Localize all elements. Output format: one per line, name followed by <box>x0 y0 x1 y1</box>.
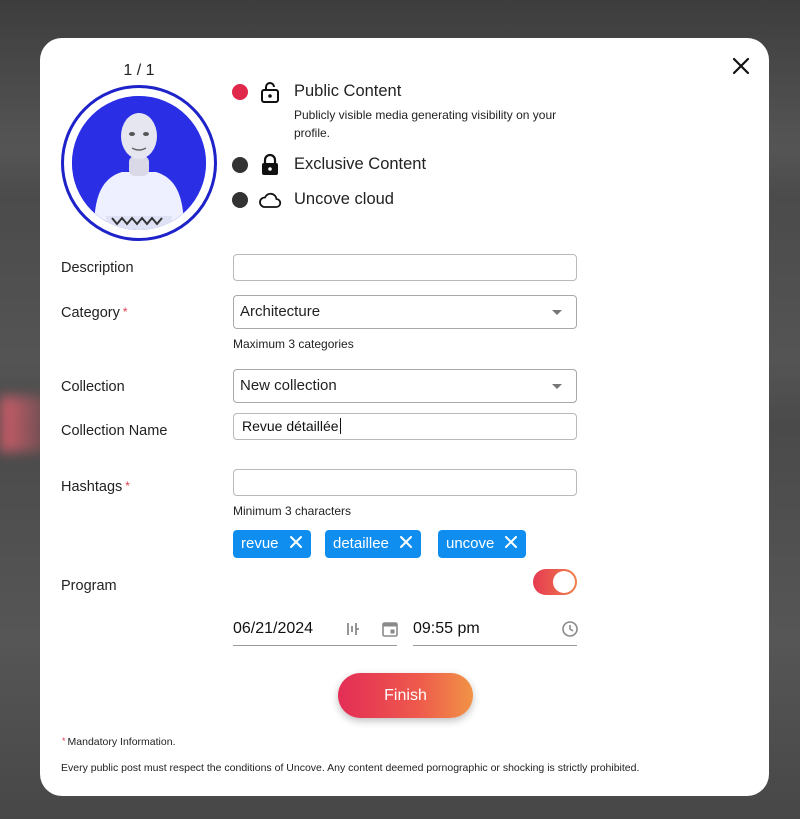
required-marker: * <box>122 305 128 319</box>
finish-button[interactable]: Finish <box>338 673 473 718</box>
visibility-label-exclusive: Exclusive Content <box>294 155 427 173</box>
program-toggle[interactable] <box>533 569 577 595</box>
hashtags-label-text: Hashtags <box>61 479 123 495</box>
close-button[interactable] <box>730 55 752 77</box>
media-counter: 1 / 1 <box>123 62 155 79</box>
remove-tag-icon[interactable] <box>399 535 413 549</box>
calendar-icon[interactable] <box>381 620 399 638</box>
category-hint: Maximum 3 categories <box>233 337 354 351</box>
remove-tag-icon[interactable] <box>504 535 518 549</box>
collection-select-value: New collection <box>240 377 337 394</box>
collection-label: Collection <box>61 379 125 395</box>
category-label-text: Category <box>61 305 120 321</box>
hashtag-chip-label: detaillee <box>333 535 389 552</box>
hashtag-chip-label: uncove <box>446 535 495 552</box>
collection-name-label: Collection Name <box>61 423 167 439</box>
hashtags-label: Hashtags * <box>61 479 130 495</box>
remove-tag-icon[interactable] <box>289 535 303 549</box>
mandatory-note-text: Mandatory Information. <box>67 736 176 748</box>
hashtags-hint: Minimum 3 characters <box>233 504 352 518</box>
category-select[interactable]: Architecture <box>233 295 577 329</box>
avatar <box>72 96 206 230</box>
text-cursor <box>339 418 341 434</box>
cloud-icon <box>258 188 282 212</box>
required-marker: * <box>62 736 66 746</box>
media-preview[interactable] <box>61 85 217 241</box>
required-marker: * <box>125 479 130 493</box>
public-description: Publicly visible media generating visibi… <box>294 108 557 140</box>
collection-name-input[interactable]: Revue détaillée <box>233 413 577 440</box>
chevron-down-icon <box>552 310 562 315</box>
category-label: Category * <box>61 305 128 321</box>
hashtag-chip: uncove <box>438 530 527 558</box>
clock-icon[interactable] <box>561 620 579 638</box>
visibility-label-cloud: Uncove cloud <box>294 190 394 208</box>
collection-select[interactable]: New collection <box>233 369 577 403</box>
close-icon <box>732 57 750 75</box>
hashtags-input[interactable] <box>233 469 577 496</box>
toggle-knob <box>553 571 575 593</box>
time-input[interactable]: 09:55 pm <box>413 616 579 646</box>
program-label-text: Program <box>61 578 117 594</box>
selected-radio-dot[interactable] <box>232 84 248 100</box>
radio-dot[interactable] <box>232 192 248 208</box>
chevron-down-icon <box>552 384 562 389</box>
date-input[interactable]: 06/21/2024 <box>233 616 399 646</box>
hashtag-chip: detaillee <box>325 530 421 558</box>
visibility-label-public: Public Content <box>294 82 402 100</box>
text-cursor-icon <box>344 620 362 638</box>
category-select-value: Architecture <box>240 303 321 320</box>
radio-dot[interactable] <box>232 157 248 173</box>
unlocked-padlock-icon <box>258 80 282 104</box>
hashtag-chip-label: revue <box>241 535 279 552</box>
description-label-text: Description <box>61 260 134 276</box>
collection-name-value: Revue détaillée <box>242 418 339 434</box>
policy-note: Every public post must respect the condi… <box>61 762 640 774</box>
description-input[interactable] <box>233 254 577 281</box>
collection-label-text: Collection <box>61 379 125 395</box>
profile-photo <box>72 96 206 230</box>
description-label: Description <box>61 260 134 276</box>
date-value: 06/21/2024 <box>233 620 314 637</box>
program-label: Program <box>61 578 117 594</box>
hashtag-chip: revue <box>233 530 311 558</box>
locked-padlock-icon <box>258 153 282 177</box>
collection-name-label-text: Collection Name <box>61 423 168 439</box>
mandatory-note: * Mandatory Information. <box>62 736 175 748</box>
time-value: 09:55 pm <box>413 620 480 637</box>
